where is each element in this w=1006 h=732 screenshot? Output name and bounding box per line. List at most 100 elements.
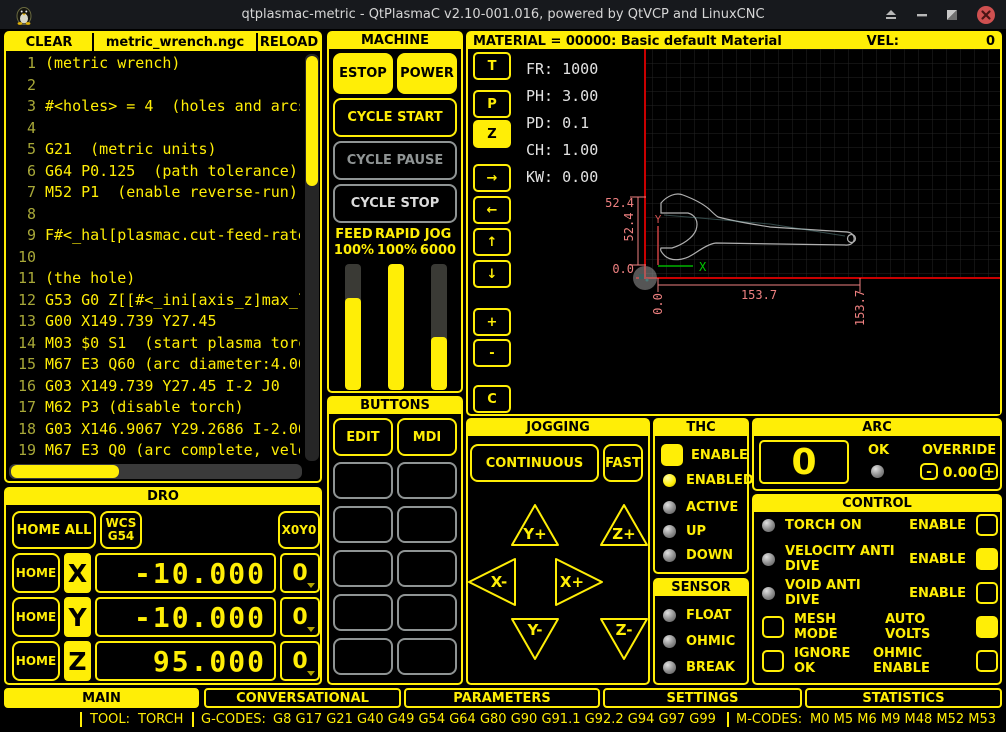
tab-conversational[interactable]: CONVERSATIONAL xyxy=(204,688,401,708)
zoom-out-button[interactable]: - xyxy=(473,339,511,367)
wcs-line2: G54 xyxy=(108,530,135,543)
svg-text:X: X xyxy=(699,260,707,274)
machine-grid xyxy=(645,49,1000,278)
minimize-icon[interactable] xyxy=(916,9,928,21)
velocity-anti-dive-label: VELOCITY ANTI DIVE xyxy=(785,544,899,574)
user-button-6[interactable] xyxy=(397,550,457,587)
void-anti-dive-checkbox[interactable] xyxy=(976,582,998,604)
home-z-button[interactable]: HOME xyxy=(12,641,60,681)
fast-jog-button[interactable]: FAST xyxy=(603,444,643,482)
horizontal-scrollbar-thumb[interactable] xyxy=(11,465,119,478)
user-button-4[interactable] xyxy=(397,506,457,543)
pan-left-button[interactable]: ← xyxy=(473,196,511,224)
view-z-button[interactable]: Z xyxy=(473,120,511,148)
cycle-pause-button[interactable]: CYCLE PAUSE xyxy=(333,141,457,180)
zero-xy-button[interactable]: X0Y0 xyxy=(278,511,320,549)
pan-up-button[interactable]: ↑ xyxy=(473,228,511,256)
dro-x-zero-select[interactable]: 0 xyxy=(280,553,320,593)
dro-z-zero-select[interactable]: 0 xyxy=(280,641,320,681)
thc-active-label: ACTIVE xyxy=(686,500,738,515)
material-label[interactable]: MATERIAL = 00000: Basic default Material xyxy=(473,34,782,49)
gcode-preview-graphics[interactable]: FR: 1000 PH: 3.00 PD: 0.1 CH: 1.00 KW: 0… xyxy=(512,49,1000,414)
jog-slider[interactable] xyxy=(431,264,447,390)
arc-ok-led xyxy=(871,465,884,478)
dro-z-zero-label: 0 xyxy=(292,649,307,674)
maximize-icon[interactable] xyxy=(946,9,958,21)
home-y-button[interactable]: HOME xyxy=(12,597,60,637)
reload-button[interactable]: RELOAD xyxy=(258,35,320,50)
wcs-button[interactable]: WCS G54 xyxy=(100,511,142,549)
thc-down-label: DOWN xyxy=(686,548,733,563)
power-button[interactable]: POWER xyxy=(397,53,457,94)
clear-plot-button[interactable]: C xyxy=(473,385,511,413)
thc-header: THC xyxy=(655,420,747,436)
user-button-2[interactable] xyxy=(397,462,457,499)
vertical-scrollbar-thumb[interactable] xyxy=(306,56,318,186)
window-title: qtplasmac-metric - QtPlasmaC v2.10-001.0… xyxy=(0,7,1006,22)
feed-slider[interactable] xyxy=(345,264,361,390)
user-button-1[interactable] xyxy=(333,462,393,499)
cycle-stop-button[interactable]: CYCLE STOP xyxy=(333,184,457,223)
override-minus-button[interactable]: - xyxy=(920,463,938,480)
pan-right-button[interactable]: → xyxy=(473,164,511,192)
void-anti-dive-enable-label: ENABLE xyxy=(909,586,966,601)
user-button-3[interactable] xyxy=(333,506,393,543)
home-all-button[interactable]: HOME ALL xyxy=(12,511,96,549)
pan-down-button[interactable]: ↓ xyxy=(473,260,511,288)
dro-y-value: -10.000 xyxy=(95,597,276,637)
thc-enable-checkbox[interactable] xyxy=(661,444,683,466)
continuous-jog-button[interactable]: CONTINUOUS xyxy=(470,444,599,482)
mdi-button[interactable]: MDI xyxy=(397,418,457,456)
loaded-file-name[interactable]: metric_wrench.ngc xyxy=(94,35,256,50)
torch-enable-label: ENABLE xyxy=(909,518,966,533)
shade-icon[interactable] xyxy=(884,9,898,21)
mcodes-label: M-CODES: xyxy=(736,712,802,727)
cycle-start-button[interactable]: CYCLE START xyxy=(333,98,457,137)
svg-text:PH: 3.00: PH: 3.00 xyxy=(526,87,598,105)
user-button-5[interactable] xyxy=(333,550,393,587)
dro-y-zero-select[interactable]: 0 xyxy=(280,597,320,637)
override-plus-button[interactable]: + xyxy=(980,463,998,480)
tab-statistics[interactable]: STATISTICS xyxy=(805,688,1002,708)
user-button-9[interactable] xyxy=(333,638,393,675)
ohmic-enable-checkbox[interactable] xyxy=(976,650,998,672)
ohmic-label: OHMIC xyxy=(686,634,735,649)
tab-settings[interactable]: SETTINGS xyxy=(603,688,802,708)
control-panel: CONTROL TORCH ON ENABLE VELOCITY ANTI DI… xyxy=(752,494,1002,685)
close-icon[interactable] xyxy=(976,5,996,25)
tab-main[interactable]: MAIN xyxy=(4,688,199,708)
dro-header: DRO xyxy=(6,489,320,505)
auto-volts-checkbox[interactable] xyxy=(976,616,998,638)
estop-button[interactable]: ESTOP xyxy=(333,53,393,94)
gcode-list[interactable]: 1(metric wrench) 2 3#<holes> = 4 (holes … xyxy=(12,54,300,461)
user-button-7[interactable] xyxy=(333,594,393,631)
jog-y-plus-label: Y+ xyxy=(522,525,546,543)
velocity-anti-dive-checkbox[interactable] xyxy=(976,548,998,570)
vertical-scrollbar[interactable] xyxy=(305,54,319,461)
horizontal-scrollbar[interactable] xyxy=(9,464,302,479)
user-button-8[interactable] xyxy=(397,594,457,631)
tab-parameters[interactable]: PARAMETERS xyxy=(404,688,600,708)
preview-panel: MATERIAL = 00000: Basic default Material… xyxy=(466,31,1002,416)
edit-button[interactable]: EDIT xyxy=(333,418,393,456)
mesh-mode-checkbox[interactable] xyxy=(762,616,784,638)
ohmic-enable-label: OHMIC ENABLE xyxy=(873,646,966,676)
view-perspective-button[interactable]: P xyxy=(473,90,511,118)
user-button-10[interactable] xyxy=(397,638,457,675)
zoom-in-button[interactable]: + xyxy=(473,308,511,336)
thc-panel: THC ENABLE ENABLED ACTIVE UP DOWN xyxy=(653,418,749,574)
rapid-slider[interactable] xyxy=(388,264,404,390)
home-x-button[interactable]: HOME xyxy=(12,553,60,593)
titlebar: qtplasmac-metric - QtPlasmaC v2.10-001.0… xyxy=(0,0,1006,29)
jog-z-minus-label: Z- xyxy=(616,621,633,639)
axis-z-label[interactable]: Z xyxy=(64,641,91,681)
axis-y-label[interactable]: Y xyxy=(64,597,91,637)
axis-x-label[interactable]: X xyxy=(64,553,91,593)
jog-z-plus-label: Z+ xyxy=(612,525,635,543)
clear-button[interactable]: CLEAR xyxy=(6,35,92,50)
ignore-ok-checkbox[interactable] xyxy=(762,650,784,672)
dro-x-value: -10.000 xyxy=(95,553,276,593)
view-top-button[interactable]: T xyxy=(473,52,511,80)
torch-enable-checkbox[interactable] xyxy=(976,514,998,536)
jog-value: 6000 xyxy=(419,243,457,258)
